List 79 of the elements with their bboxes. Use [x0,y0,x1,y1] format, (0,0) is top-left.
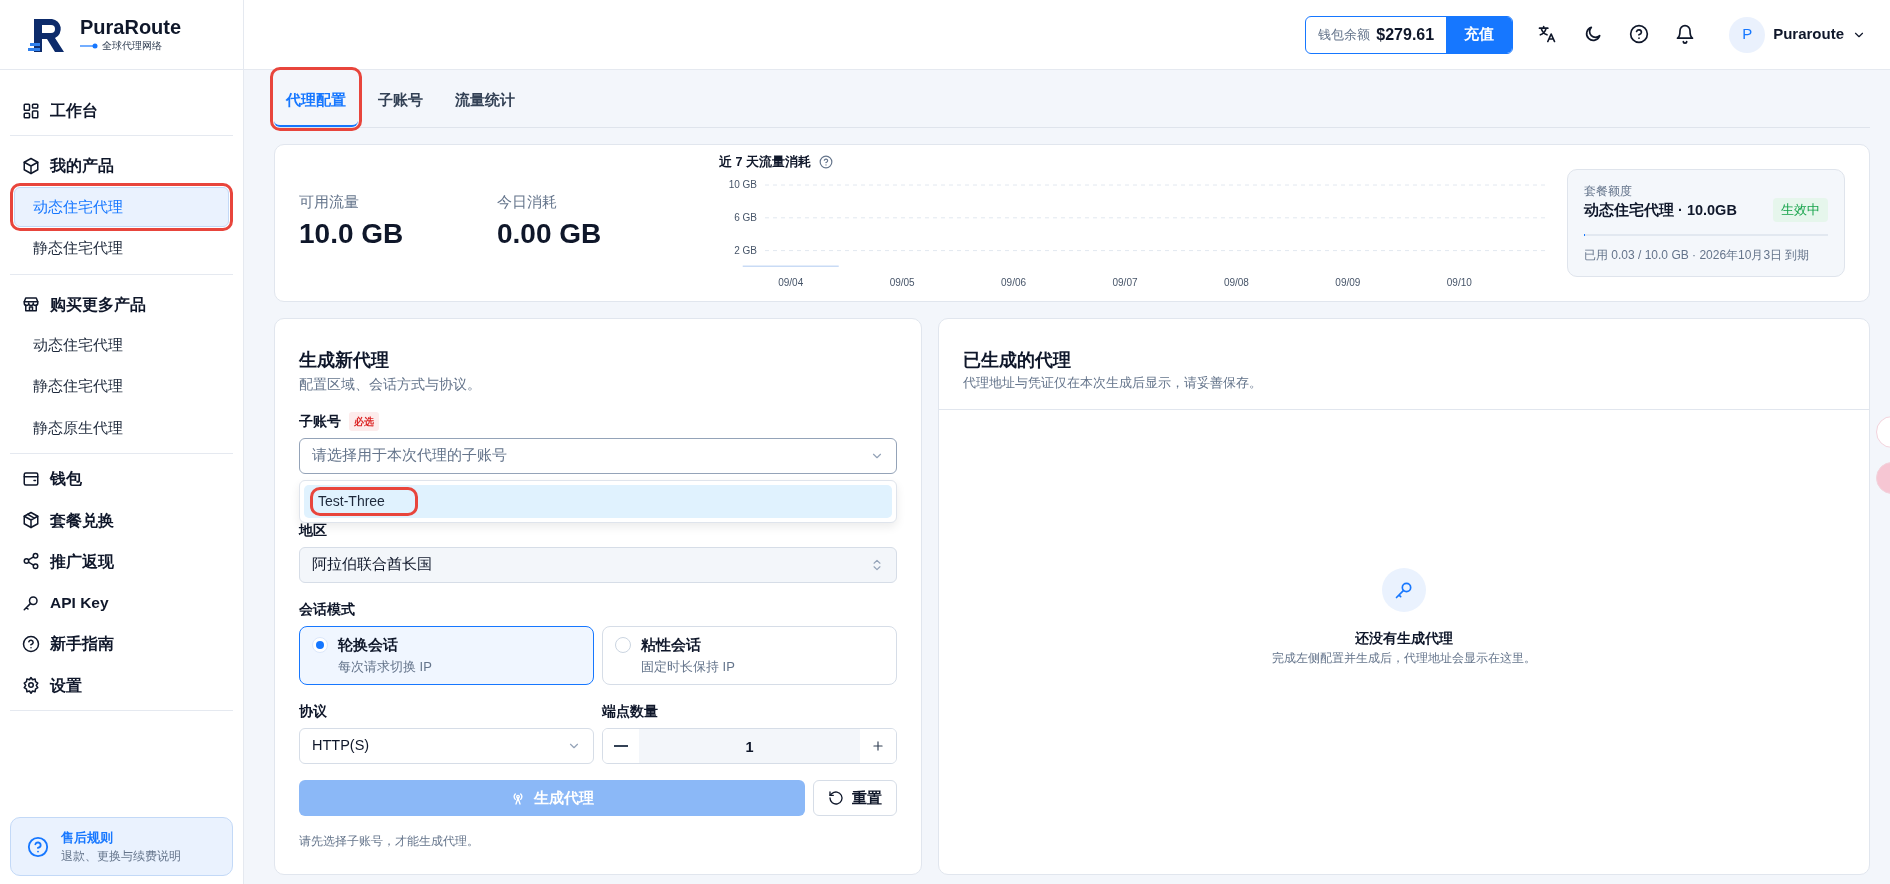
y-tick-label: 10 GB [728,178,757,190]
grid-icon [22,101,40,120]
x-tick-label: 09/06 [1001,276,1027,288]
empty-title: 还没有生成代理 [1355,629,1453,649]
help-icon [1629,23,1650,44]
bell-icon [1675,23,1696,44]
field-label: 端点数量 [602,702,659,722]
translate-icon [1537,23,1558,44]
sidebar-item[interactable]: 新手指南 [10,623,233,665]
wallet-icon [22,469,40,488]
plan-name: 动态住宅代理 · 10.0GB [1584,201,1737,221]
sidebar-item[interactable]: 推广返现 [10,540,233,582]
plan-label: 套餐额度 [1584,183,1633,201]
sidebar-item[interactable]: 静态住宅代理 [14,228,229,269]
card-subtitle: 配置区域、会话方式与协议。 [299,375,482,394]
user-avatar[interactable]: P [1729,16,1766,53]
metric-label: 可用流量 [299,191,360,212]
empty-description: 完成左侧配置并生成后，代理地址会显示在这里。 [1272,650,1536,668]
region-select[interactable]: 阿拉伯联合酋长国 [299,547,897,583]
session-option[interactable]: 轮换会话 每次请求切换 IP [299,626,594,686]
tab[interactable]: 子账号 [366,70,435,127]
sidebar-heading: 我的产品 [50,156,114,177]
hint-text: 请先选择子账号，才能生成代理。 [299,833,480,851]
dropdown-option[interactable]: Test-Three [304,485,892,518]
x-tick-label: 09/07 [1112,276,1138,288]
x-tick-label: 09/08 [1223,276,1249,288]
sidebar-heading: 购买更多产品 [50,294,146,315]
help-icon [818,155,833,170]
cube-icon [22,156,40,175]
reset-icon [828,790,844,807]
recharge-button[interactable]: 充值 [1446,16,1513,53]
sidebar-item[interactable]: 套餐兑换 [10,499,233,541]
key-icon [1394,580,1414,601]
field-label: 协议 [299,702,328,722]
y-tick-label: 2 GB [734,244,757,256]
help-icon [27,835,49,858]
x-tick-label: 09/05 [889,276,915,288]
status-badge: 生效中 [1773,198,1828,222]
sidebar-item[interactable]: 工作台 [10,90,233,132]
metric-value: 0.00 GB [497,217,603,252]
field-label: 子账号 [299,412,341,431]
card-title: 已生成的代理 [963,349,1072,372]
sidebar-item[interactable]: 静态住宅代理 [14,366,229,407]
line-dot-icon [80,42,98,49]
sidebar-item[interactable]: API Key [10,582,233,624]
field-label: 地区 [299,521,328,540]
brand-name: PuraRoute [80,16,182,38]
sidebar-item[interactable]: 动态住宅代理 [14,324,229,366]
store-icon [22,295,40,314]
user-name[interactable]: Puraroute [1773,23,1844,46]
reset-button[interactable]: 重置 [813,780,897,817]
key-icon [22,593,40,612]
sidebar-item[interactable]: 钱包 [10,458,233,500]
card-title: 生成新代理 [299,349,390,372]
tab[interactable]: 流量统计 [443,70,527,127]
wallet-balance: $279.61 [1376,24,1436,45]
protocol-select[interactable]: HTTP(S) [299,728,594,765]
metric-value: 10.0 GB [299,217,405,252]
required-badge: 必选 [349,412,379,431]
settings-icon [22,676,40,695]
session-option[interactable]: 粘性会话 固定时长保持 IP [602,626,897,686]
sidebar-item[interactable]: 设置 [10,664,233,706]
card-subtitle: 代理地址与凭证仅在本次生成后显示，请妥善保存。 [963,375,1263,392]
help-icon [22,634,40,653]
after-sales-card[interactable]: 售后规则 退款、更换与续费说明 [10,817,233,876]
share-icon [22,552,40,571]
x-tick-label: 09/10 [1446,276,1472,288]
metric-label: 今日消耗 [497,191,558,212]
y-tick-label: 6 GB [734,211,757,223]
chart-title: 近 7 天流量消耗 [719,154,811,171]
field-label: 会话模式 [299,600,356,619]
usage-text: 已用 0.03 / 10.0 GB · 2026年10月3日 到期 [1584,246,1811,264]
brand-tagline: 全球代理网络 [102,39,162,53]
x-tick-label: 09/09 [1335,276,1361,288]
sidebar-item[interactable]: 静态原生代理 [14,407,229,449]
package-icon [22,511,40,530]
wallet-label: 钱包余额 [1317,25,1372,44]
subaccount-select[interactable]: 请选择用于本次代理的子账号 [299,438,897,474]
x-tick-label: 09/04 [778,276,804,288]
